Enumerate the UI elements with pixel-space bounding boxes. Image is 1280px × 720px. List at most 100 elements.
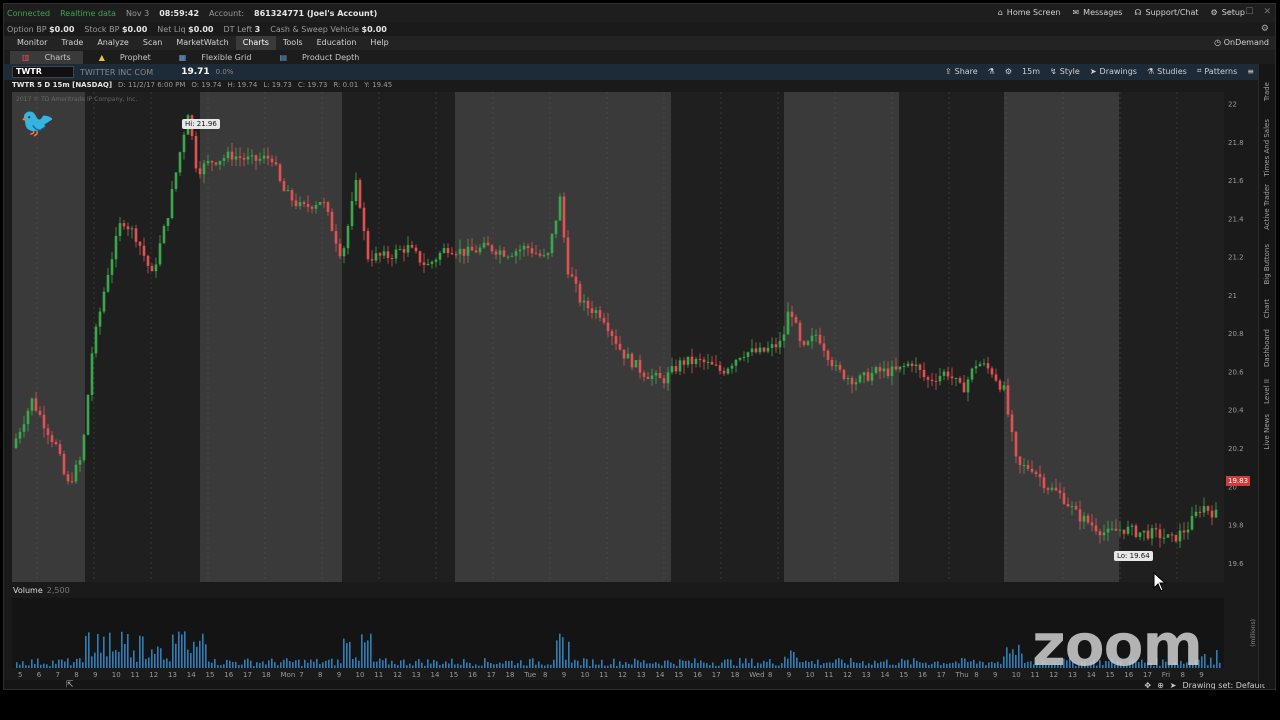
home-screen-link[interactable]: ⌂ Home Screen [998,8,1061,17]
volume-bar [433,659,435,668]
candle-body [634,359,638,368]
candle-body [734,359,738,366]
menu-scan[interactable]: Scan [136,36,169,50]
messages-link[interactable]: ✉ Messages [1072,8,1122,17]
candle-body [606,322,610,332]
volume-bar [112,651,114,668]
time-tick-label: 13 [637,671,646,679]
balance-option-bp: Option BP $0.00 [7,25,74,34]
minimize-icon[interactable]: — [1226,7,1235,17]
sidebar-tab-chart[interactable]: Chart [1263,299,1271,318]
bar-low: L: 19.73 [263,81,292,89]
close-icon[interactable]: ✕ [1263,7,1271,17]
volume-bar [568,641,570,668]
volume-bar [166,658,168,668]
candle-body [526,245,530,249]
volume-bar [148,657,150,668]
candle-body [750,348,754,353]
time-tick-label: Mon [281,671,296,679]
sidebar-tab-level-ii[interactable]: Level II [1263,379,1271,404]
volume-bar [115,650,117,668]
time-tick-label: 10 [806,671,815,679]
subtab-charts[interactable]: ▥ Charts [10,50,83,64]
price-axis[interactable]: 22 21.8 21.6 21.4 21.2 21 20.8 20.6 20.4 20.2 20 19… [1224,92,1260,582]
price-chart[interactable]: 2017 © TD Ameritrade IP Company, Inc. 🐦 [12,92,1224,582]
sidebar-tab-trade[interactable]: Trade [1263,82,1271,101]
candle-body [58,444,62,454]
time-tick-label: 16 [224,671,233,679]
candle-body [286,190,290,192]
time-tick-label: 14 [187,671,196,679]
candle-body [1142,530,1146,533]
drawing-set-label[interactable]: Drawing set: Default [1182,681,1265,689]
candle-body [226,151,230,159]
menu-help[interactable]: Help [363,36,395,50]
ondemand-button[interactable]: ◷ OnDemand [1214,38,1269,47]
volume-bar [1006,647,1008,668]
symbol-input[interactable]: TWTR [12,66,74,78]
patterns-button[interactable]: ⌗ Patterns [1197,66,1237,76]
pointer-icon[interactable]: ➤ [1170,681,1177,689]
volume-bar [763,660,765,668]
candle-body [282,181,286,192]
pan-icon[interactable]: ✥ [1144,681,1151,689]
candle-body [150,265,154,272]
candle-body [406,245,410,253]
menu-marketwatch[interactable]: MarketWatch [169,36,235,50]
price-tick-label: 21.8 [1228,139,1244,147]
style-button[interactable]: ↯ Style [1050,67,1080,76]
candle-body [378,253,382,256]
sidebar-tab-live-news[interactable]: Live News [1263,414,1271,449]
account-value[interactable]: 861324771 (Joel's Account) [254,9,377,18]
copyright-text: 2017 © TD Ameritrade IP Company, Inc. [16,96,138,103]
candle-body [1122,529,1126,534]
timeframe-button[interactable]: 15m [1022,67,1040,76]
candle-body [274,162,278,165]
candle-body [254,155,258,161]
menu-trade[interactable]: Trade [54,36,90,50]
candle-body [702,359,706,363]
volume-bar [214,658,216,668]
subtab-prophet[interactable]: ▲ Prophet [87,51,163,64]
settings-icon[interactable]: ⚙ [1005,67,1012,76]
drawings-button[interactable]: ➤ Drawings [1090,67,1137,76]
expand-icon[interactable]: ⇱ [66,680,74,689]
balances-bar: Option BP $0.00 Stock BP $0.00 Net Liq $… [4,22,1275,36]
sidebar-tab-dashboard[interactable]: Dashboard [1263,329,1271,367]
flask-icon[interactable]: ⚗ [988,67,995,76]
menu-analyze[interactable]: Analyze [90,36,136,50]
time-tick-label: 10 [1012,671,1021,679]
share-button[interactable]: ⇪ Share [945,67,978,76]
settings-gear-icon[interactable]: ⚙ [1261,24,1269,34]
balance-dt-left: DT Left 3 [223,25,260,34]
menu-monitor[interactable]: Monitor [10,36,54,50]
support-link[interactable]: ☊ Support/Chat [1134,8,1198,17]
candle-body [218,160,222,165]
app-window: Connected Realtime data Nov 3 08:59:42 A… [3,3,1276,690]
candle-body [1170,534,1174,536]
menu-icon[interactable]: ≡ [1247,67,1254,76]
candle-body [850,377,854,385]
menu-tools[interactable]: Tools [276,36,310,50]
studies-button[interactable]: ⚗ Studies [1147,67,1187,76]
maximize-icon[interactable]: ☐ [1245,7,1253,17]
subtab-product-depth[interactable]: ▤ Product Depth [267,51,371,64]
realtime-status: Realtime data [60,8,116,18]
volume-bar [508,661,510,668]
candle-body [170,189,174,219]
balance-value: $0.00 [121,24,148,34]
sidebar-tab-active-trader[interactable]: Active Trader [1263,184,1271,230]
subtab-flexible-grid[interactable]: ▦ Flexible Grid [167,51,264,64]
subtab-label: Flexible Grid [201,52,252,62]
candle-body [206,160,210,164]
sidebar-tab-times-sales[interactable]: Times And Sales [1263,119,1271,177]
zoom-icon[interactable]: ⊕ [1157,681,1164,689]
volume-bar [901,658,903,668]
menu-education[interactable]: Education [310,36,364,50]
candle-body [26,410,30,425]
menu-charts[interactable]: Charts [235,36,276,50]
volume-bar [451,658,453,668]
ondemand-label: OnDemand [1223,38,1269,47]
sidebar-tab-big-buttons[interactable]: Big Buttons [1263,244,1271,285]
volume-bar [556,640,558,668]
